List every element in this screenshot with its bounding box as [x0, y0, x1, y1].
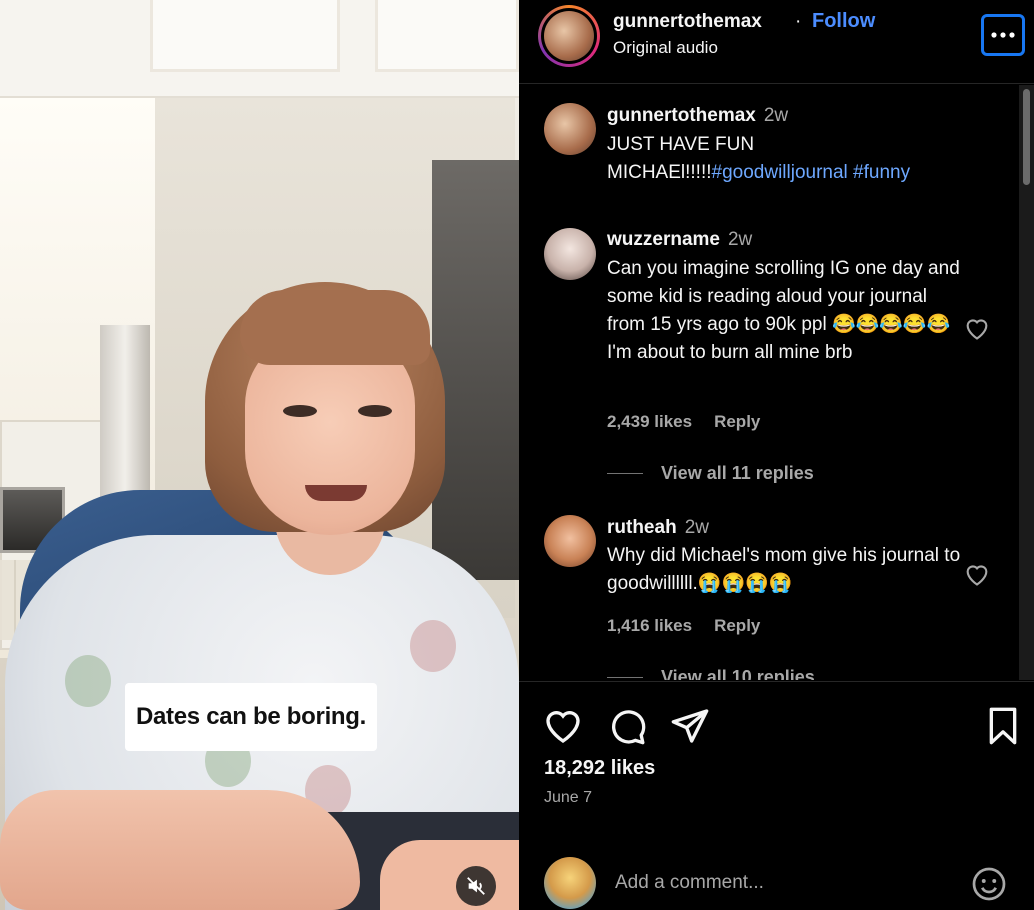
post-likes[interactable]: 18,292 likes	[544, 757, 655, 780]
view-replies-button[interactable]: View all 10 replies	[607, 667, 815, 680]
heart-icon[interactable]	[543, 706, 583, 746]
add-comment-input[interactable]	[615, 868, 945, 898]
video-hand	[380, 840, 519, 910]
post-date: June 7	[544, 789, 593, 806]
share-icon[interactable]	[670, 706, 710, 746]
video-eye	[358, 405, 392, 417]
avatar-inner	[541, 8, 597, 64]
comment-header: gunnertothemax 2w	[607, 105, 788, 127]
video-eye	[283, 405, 317, 417]
comment-like-icon[interactable]	[963, 315, 991, 341]
ceiling-panel	[150, 0, 340, 72]
comment-text: Why did Michael's mom give his journal t…	[607, 545, 961, 594]
comment-header: wuzzername 2w	[607, 229, 752, 251]
avatar-image	[544, 11, 594, 61]
comment-hashtags[interactable]: #goodwilljournal #funny	[712, 162, 911, 183]
more-options-button[interactable]	[981, 14, 1025, 56]
comment-time: 2w	[763, 105, 789, 126]
comment-time: 2w	[684, 517, 709, 538]
mute-button[interactable]	[456, 866, 496, 906]
speaker-muted-icon	[467, 877, 485, 895]
comment-avatar[interactable]	[544, 515, 596, 567]
follow-button[interactable]: Follow	[812, 10, 875, 33]
replies-line	[607, 677, 643, 678]
comment-meta: 2,439 likes Reply	[607, 412, 760, 432]
view-replies-button[interactable]: View all 11 replies	[607, 463, 814, 484]
more-options-icon	[991, 32, 1015, 38]
comment-likes[interactable]: 1,416 likes	[607, 616, 692, 635]
video-mouth	[305, 485, 367, 501]
reply-button[interactable]: Reply	[714, 412, 760, 431]
emoji-icon[interactable]	[971, 866, 1007, 902]
view-replies-label: View all 10 replies	[661, 667, 815, 680]
bookmark-icon[interactable]	[983, 706, 1023, 746]
shirt-print	[65, 655, 111, 707]
comment-username[interactable]: wuzzername	[607, 229, 720, 250]
video-caption: Dates can be boring.	[125, 683, 377, 751]
comments-list[interactable]: gunnertothemax 2w JUST HAVE FUN MICHAEl!!…	[519, 85, 1034, 680]
comment-likes[interactable]: 2,439 likes	[607, 412, 692, 431]
author-avatar[interactable]	[538, 5, 600, 67]
comment-text: JUST HAVE FUN MICHAEl!!!!!#goodwilljourn…	[607, 131, 967, 187]
post-header: gunnertothemax · Follow Original audio	[519, 0, 1034, 84]
add-comment-bar	[519, 840, 1034, 910]
comment-time: 2w	[727, 229, 753, 250]
replies-line	[607, 473, 643, 474]
ceiling-panel	[375, 0, 519, 72]
comment-icon[interactable]	[607, 706, 647, 746]
shirt-print	[410, 620, 456, 672]
scrollbar-thumb[interactable]	[1023, 89, 1030, 185]
viewer-avatar	[544, 857, 596, 909]
video-ceiling	[0, 0, 519, 98]
video-fringe	[240, 290, 430, 365]
reply-button[interactable]: Reply	[714, 616, 760, 635]
comment-header: rutheah 2w	[607, 517, 709, 539]
view-replies-label: View all 11 replies	[661, 463, 814, 483]
post-side-panel: gunnertothemax · Follow Original audio g…	[519, 0, 1034, 910]
author-username[interactable]: gunnertothemax	[613, 11, 762, 33]
post-actions: 18,292 likes June 7	[519, 681, 1034, 821]
video-hand	[0, 790, 360, 910]
header-separator: ·	[795, 11, 802, 32]
video-player[interactable]: Dates can be boring.	[0, 0, 519, 910]
comment-username[interactable]: rutheah	[607, 517, 677, 538]
comment-meta: 1,416 likes Reply	[607, 616, 760, 636]
comment-text: Can you imagine scrolling IG one day and…	[607, 258, 960, 363]
comment-avatar[interactable]	[544, 103, 596, 155]
comment-like-icon[interactable]	[963, 561, 991, 587]
audio-link[interactable]: Original audio	[613, 38, 718, 58]
video-hallway	[432, 160, 519, 580]
comment-username[interactable]: gunnertothemax	[607, 105, 756, 126]
comments-scrollbar[interactable]	[1019, 85, 1034, 680]
comment-avatar[interactable]	[544, 228, 596, 280]
